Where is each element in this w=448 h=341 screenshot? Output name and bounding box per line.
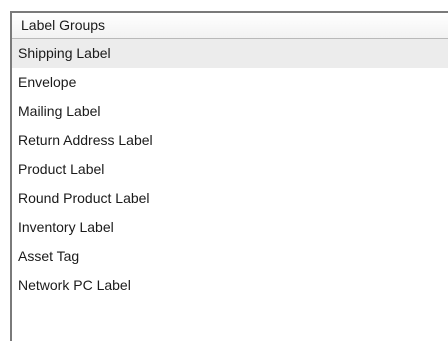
column-header-label-groups[interactable]: Label Groups bbox=[12, 13, 448, 39]
list-item-network-pc-label[interactable]: Network PC Label bbox=[12, 271, 448, 300]
list-item-product-label[interactable]: Product Label bbox=[12, 155, 448, 184]
list-item-return-address-label[interactable]: Return Address Label bbox=[12, 126, 448, 155]
list-item-round-product-label[interactable]: Round Product Label bbox=[12, 184, 448, 213]
label-groups-listbox[interactable]: Label Groups Shipping Label Envelope Mai… bbox=[10, 11, 448, 341]
list-item-mailing-label[interactable]: Mailing Label bbox=[12, 97, 448, 126]
list-item-asset-tag[interactable]: Asset Tag bbox=[12, 242, 448, 271]
list-item-shipping-label[interactable]: Shipping Label bbox=[12, 39, 448, 68]
list-item-envelope[interactable]: Envelope bbox=[12, 68, 448, 97]
list-item-inventory-label[interactable]: Inventory Label bbox=[12, 213, 448, 242]
label-group-list: Shipping Label Envelope Mailing Label Re… bbox=[12, 39, 448, 300]
